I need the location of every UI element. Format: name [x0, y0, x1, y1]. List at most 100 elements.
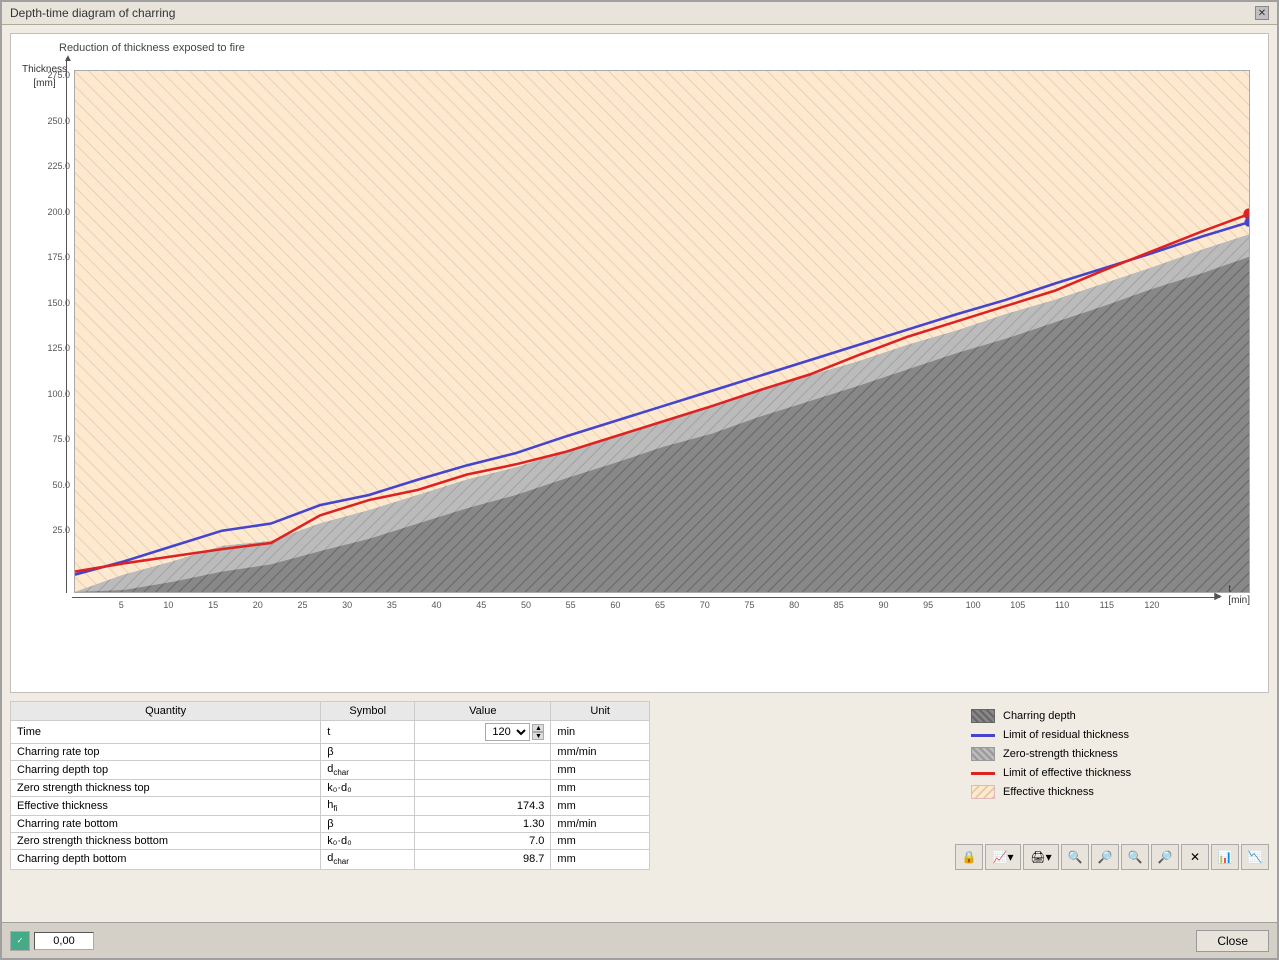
value-cell: 7.0 — [415, 833, 551, 850]
unit-cell: mm — [551, 761, 650, 780]
x-axis: t[min] 5 10 15 20 25 30 35 40 45 50 55 — [74, 592, 1250, 620]
export-button[interactable]: 📈▾ — [985, 844, 1021, 870]
chart-plot — [74, 70, 1250, 593]
legend-label-effective: Effective thickness — [1003, 786, 1094, 798]
value-cell: 1.30 — [415, 816, 551, 833]
value-cell: 120 60 90 ▲ ▼ — [415, 721, 551, 744]
data-table: Quantity Symbol Value Unit Time t — [10, 701, 650, 870]
symbol-cell: t — [321, 721, 415, 744]
legend-item-residual: Limit of residual thickness — [971, 729, 1253, 741]
table-row: Charring rate top β mm/min — [11, 744, 650, 761]
title-bar: Depth-time diagram of charring ✕ — [2, 2, 1277, 25]
table-row: Effective thickness hfi 174.3 mm — [11, 797, 650, 816]
content-area: Reduction of thickness exposed to fire T… — [2, 25, 1277, 922]
zoom-in-button[interactable]: 🔍 — [1061, 844, 1089, 870]
spin-down[interactable]: ▼ — [532, 732, 544, 740]
time-spinner[interactable]: ▲ ▼ — [532, 724, 544, 740]
symbol-cell: dchar — [321, 850, 415, 869]
table-row: Charring depth bottom dchar 98.7 mm — [11, 850, 650, 869]
spin-up[interactable]: ▲ — [532, 724, 544, 732]
legend-item-zero-strength: Zero-strength thickness — [971, 747, 1253, 761]
value-cell: 98.7 — [415, 850, 551, 869]
table-row: Zero strength thickness top k₀·d₀ mm — [11, 780, 650, 797]
data-table-container: Quantity Symbol Value Unit Time t — [10, 701, 650, 870]
legend-swatch-effective — [971, 785, 995, 799]
symbol-cell: hfi — [321, 797, 415, 816]
print-button[interactable]: 🖨▾ — [1023, 844, 1059, 870]
table-row: Zero strength thickness bottom k₀·d₀ 7.0… — [11, 833, 650, 850]
value-cell — [415, 761, 551, 780]
quantity-label: Zero strength thickness bottom — [11, 833, 321, 850]
y-axis-arrow: ▲ — [63, 53, 73, 64]
unit-cell: mm — [551, 797, 650, 816]
legend-swatch-effective-limit — [971, 772, 995, 775]
bottom-section: Quantity Symbol Value Unit Time t — [10, 701, 1269, 870]
table-row: Charring depth top dchar mm — [11, 761, 650, 780]
col-quantity: Quantity — [11, 702, 321, 721]
x-tick-labels: 5 10 15 20 25 30 35 40 45 50 55 60 65 70 — [74, 600, 1220, 620]
legend-swatch-residual — [971, 734, 995, 737]
legend-label-charring-depth: Charring depth — [1003, 710, 1076, 722]
legend-swatch-charring-depth — [971, 709, 995, 723]
graph-button[interactable]: 📉 — [1241, 844, 1269, 870]
chart-svg — [75, 71, 1249, 592]
quantity-label: Zero strength thickness top — [11, 780, 321, 797]
legend-item-effective: Effective thickness — [971, 785, 1253, 799]
x-axis-label: t[min] — [1228, 584, 1250, 606]
col-symbol: Symbol — [321, 702, 415, 721]
close-button[interactable]: Close — [1196, 930, 1269, 952]
value-cell: 174.3 — [415, 797, 551, 816]
bottom-bar: ✓ 0,00 Close — [2, 922, 1277, 958]
unit-cell: mm/min — [551, 744, 650, 761]
unit-cell: mm — [551, 780, 650, 797]
legend-item-effective-limit: Limit of effective thickness — [971, 767, 1253, 779]
legend-toolbar-container: Charring depth Limit of residual thickne… — [955, 701, 1269, 870]
legend-label-effective-limit: Limit of effective thickness — [1003, 767, 1131, 779]
symbol-cell: k₀·d₀ — [321, 833, 415, 850]
quantity-label: Time — [11, 721, 321, 744]
chart-section: Reduction of thickness exposed to fire T… — [10, 33, 1269, 693]
zoom-reset-button[interactable]: 🔎 — [1151, 844, 1179, 870]
legend-item-charring-depth: Charring depth — [971, 709, 1253, 723]
quantity-label: Effective thickness — [11, 797, 321, 816]
symbol-cell: β — [321, 744, 415, 761]
value-cell — [415, 744, 551, 761]
spacer — [660, 701, 945, 870]
symbol-cell: β — [321, 816, 415, 833]
main-window: Depth-time diagram of charring ✕ Reducti… — [0, 0, 1279, 960]
legend-label-residual: Limit of residual thickness — [1003, 729, 1129, 741]
x-axis-line — [72, 597, 1220, 599]
close-icon[interactable]: ✕ — [1255, 6, 1269, 20]
legend-label-zero-strength: Zero-strength thickness — [1003, 748, 1118, 760]
legend-swatch-zero-strength — [971, 747, 995, 761]
coord-display: 0,00 — [34, 932, 94, 950]
unit-cell: mm — [551, 833, 650, 850]
time-select[interactable]: 120 60 90 — [485, 723, 530, 741]
unit-cell: mm — [551, 850, 650, 869]
status-icon: ✓ — [10, 931, 30, 951]
chart-title: Reduction of thickness exposed to fire — [19, 42, 1260, 54]
symbol-cell: k₀·d₀ — [321, 780, 415, 797]
value-cell — [415, 780, 551, 797]
col-unit: Unit — [551, 702, 650, 721]
quantity-label: Charring rate top — [11, 744, 321, 761]
quantity-label: Charring depth bottom — [11, 850, 321, 869]
legend: Charring depth Limit of residual thickne… — [955, 701, 1269, 836]
unit-cell: min — [551, 721, 650, 744]
chart-button[interactable]: 📊 — [1211, 844, 1239, 870]
window-title: Depth-time diagram of charring — [10, 6, 175, 20]
quantity-label: Charring depth top — [11, 761, 321, 780]
col-value: Value — [415, 702, 551, 721]
table-row: Charring rate bottom β 1.30 mm/min — [11, 816, 650, 833]
zoom-out-button[interactable]: 🔎 — [1091, 844, 1119, 870]
clear-button[interactable]: ✕ — [1181, 844, 1209, 870]
symbol-cell: dchar — [321, 761, 415, 780]
table-row: Time t 120 60 90 — [11, 721, 650, 744]
quantity-label: Charring rate bottom — [11, 816, 321, 833]
unit-cell: mm/min — [551, 816, 650, 833]
lock-button[interactable]: 🔒 — [955, 844, 983, 870]
toolbar: 🔒 📈▾ 🖨▾ 🔍 🔎 🔍 🔎 ✕ 📊 📉 — [955, 844, 1269, 870]
coord-display-container: ✓ 0,00 — [10, 931, 94, 951]
zoom-fit-button[interactable]: 🔍 — [1121, 844, 1149, 870]
x-axis-arrow: ▶ — [1214, 591, 1222, 602]
